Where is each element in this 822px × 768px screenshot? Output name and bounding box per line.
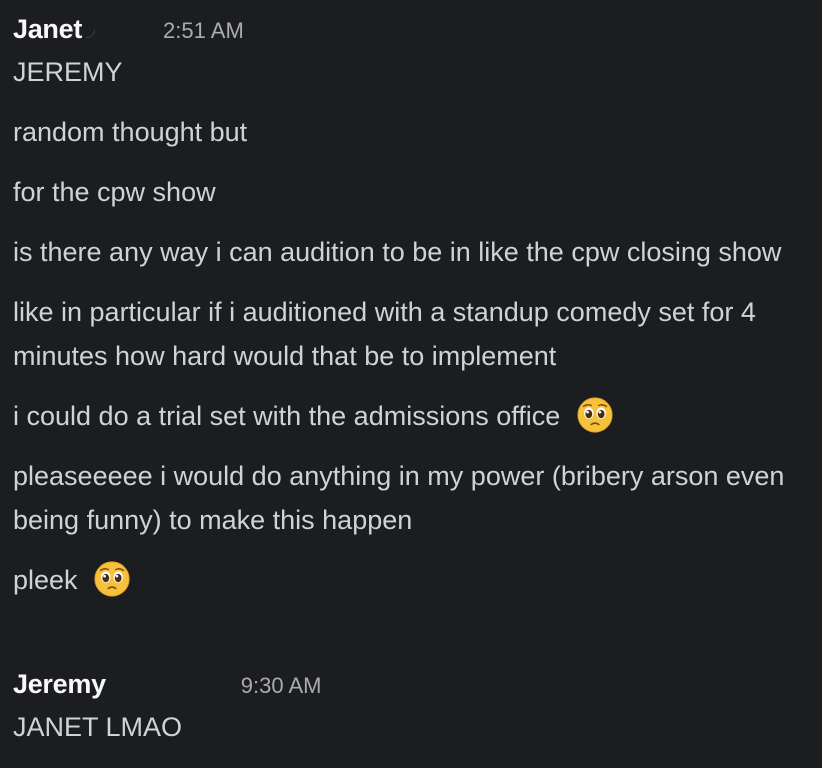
message-text: pleaseeeee i would do anything in my pow…	[13, 461, 785, 535]
message-header: Janet 2:51 AM	[13, 14, 812, 48]
message-text: JANET LMAO	[13, 712, 183, 742]
message-timestamp[interactable]: 2:51 AM	[163, 18, 244, 44]
message-text: pleek	[13, 565, 78, 595]
message-text: is there any way i can audition to be in…	[13, 237, 782, 267]
message-text: JEREMY	[13, 57, 123, 87]
message-text: random thought but	[13, 117, 248, 147]
message-text: i could do a trial set with the admissio…	[13, 401, 561, 431]
author-name[interactable]: Janet	[13, 14, 82, 45]
message-text-with-emoji: i could do a trial set with the admissio…	[13, 394, 812, 438]
message-text: for the cpw show	[13, 177, 216, 207]
message-text: like in particular if i auditioned with …	[13, 297, 756, 371]
message-header: Jeremy 9:30 AM	[13, 669, 812, 703]
chat-message-list: Janet 2:51 AM JEREMY random thought but …	[0, 0, 822, 768]
message-group-jeremy: Jeremy 9:30 AM JANET LMAO	[13, 669, 812, 749]
message-text-with-emoji: pleek	[13, 558, 812, 602]
pleading-face-emoji[interactable]	[93, 560, 131, 598]
pleading-face-emoji[interactable]	[576, 396, 614, 434]
message-timestamp[interactable]: 9:30 AM	[241, 673, 322, 699]
author-name[interactable]: Jeremy	[13, 669, 106, 700]
status-icon	[86, 29, 96, 38]
message-group-janet: Janet 2:51 AM JEREMY random thought but …	[13, 14, 812, 602]
